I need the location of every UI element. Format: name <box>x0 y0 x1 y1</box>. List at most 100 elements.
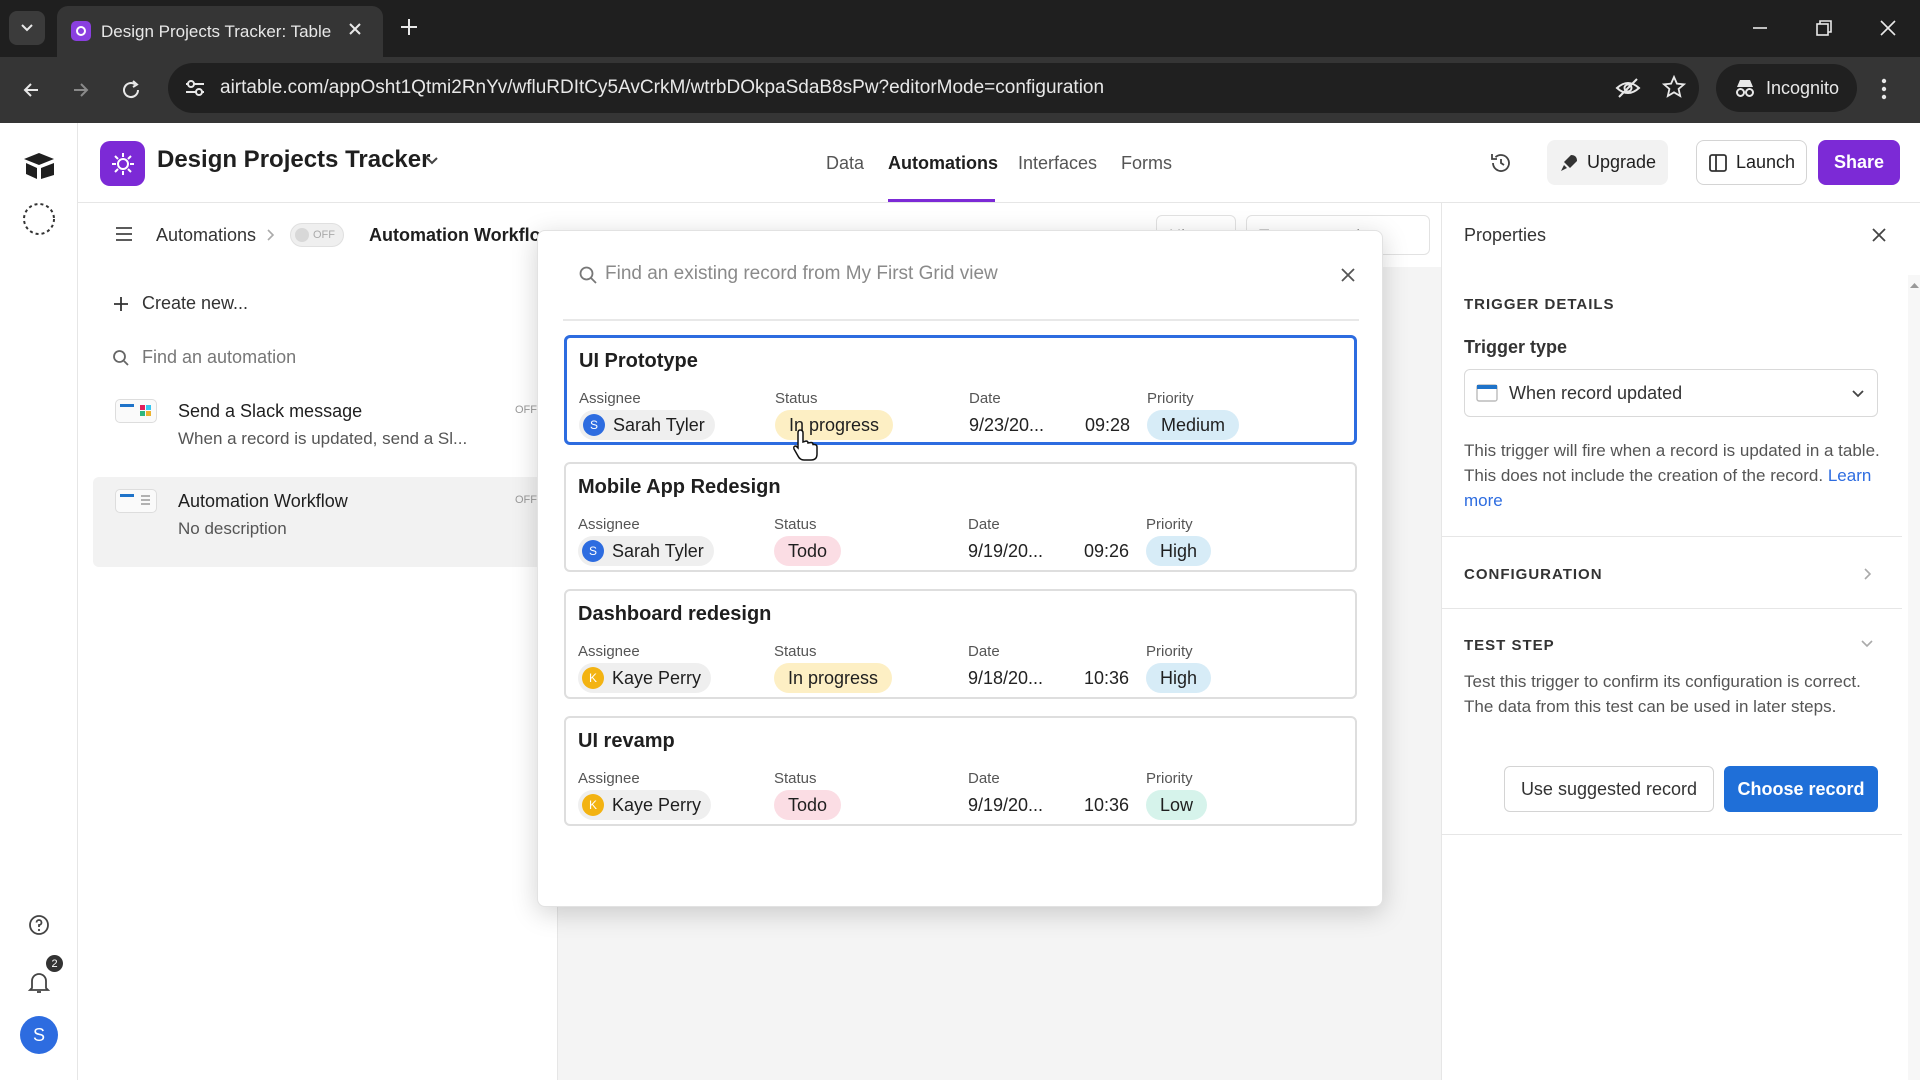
automation-on-off-toggle[interactable]: OFF <box>290 223 344 247</box>
assignee-avatar: K <box>582 667 604 689</box>
base-title[interactable]: Design Projects Tracker <box>157 146 430 174</box>
record-card-dashboard-redesign[interactable]: Dashboard redesign Assignee Status Date … <box>564 589 1357 699</box>
eye-off-icon[interactable] <box>1615 76 1641 100</box>
bookmark-star-icon[interactable] <box>1662 75 1686 99</box>
trigger-description-text: This trigger will fire when a record is … <box>1464 441 1880 485</box>
user-avatar[interactable]: S <box>20 1016 58 1054</box>
tab-title: Design Projects Tracker: Table 1 <box>101 22 331 41</box>
browser-tab[interactable]: Design Projects Tracker: Table 1 <box>57 6 383 57</box>
record-updated-icon <box>1476 384 1498 402</box>
record-title: UI Prototype <box>579 350 698 372</box>
help-icon[interactable] <box>27 913 51 937</box>
nav-tab-forms[interactable]: Forms <box>1121 153 1172 174</box>
notification-count-badge: 2 <box>46 955 63 972</box>
choose-record-button[interactable]: Choose record <box>1724 766 1878 812</box>
base-icon[interactable] <box>100 141 145 186</box>
record-search-input[interactable] <box>605 257 1285 291</box>
address-bar[interactable]: airtable.com/appOsht1Qtmi2RnYv/wfluRDItC… <box>168 63 1699 113</box>
automation-item-description: No description <box>178 519 287 538</box>
nav-tab-data[interactable]: Data <box>826 153 864 174</box>
incognito-icon <box>1735 80 1754 97</box>
rocket-icon <box>1560 154 1577 171</box>
upgrade-button[interactable]: Upgrade <box>1547 140 1668 185</box>
find-automation-field[interactable]: Find an automation <box>112 347 512 368</box>
app-header: Design Projects Tracker Data Automations… <box>78 123 1920 203</box>
workspace-loading-icon[interactable] <box>21 201 57 237</box>
history-icon[interactable] <box>1489 151 1513 175</box>
nav-tab-automations[interactable]: Automations <box>888 153 998 174</box>
assignee-label: Assignee <box>578 770 640 787</box>
close-modal-icon[interactable] <box>1339 266 1357 284</box>
slack-trigger-icon <box>115 399 157 423</box>
browser-menu-icon[interactable] <box>1880 77 1888 101</box>
automation-item-name: Automation Workflow <box>178 491 348 511</box>
test-step-heading[interactable]: TEST STEP <box>1464 637 1555 654</box>
record-date: 9/18/20... <box>968 668 1044 688</box>
status-label: Status <box>774 643 817 660</box>
plus-icon <box>114 296 128 311</box>
incognito-label: Incognito <box>1765 77 1840 98</box>
airtable-home-logo-icon[interactable] <box>22 151 56 181</box>
launch-button[interactable]: Launch <box>1696 140 1807 185</box>
assignee-chip: S Sarah Tyler <box>578 536 714 566</box>
restore-icon[interactable] <box>1812 16 1836 40</box>
assignee-chip: S Sarah Tyler <box>579 410 715 440</box>
assignee-chip: K Kaye Perry <box>578 790 712 820</box>
assignee-label: Assignee <box>579 390 641 407</box>
close-tab-icon[interactable] <box>346 20 364 38</box>
upgrade-label: Upgrade <box>1586 152 1657 172</box>
reload-icon[interactable] <box>120 79 142 101</box>
chevron-down-icon[interactable] <box>1860 639 1874 649</box>
minimize-icon[interactable] <box>1748 16 1772 40</box>
automation-item-workflow[interactable]: Automation Workflow No description OFF <box>93 477 543 567</box>
properties-scrollbar[interactable] <box>1908 275 1920 1080</box>
site-settings-icon[interactable] <box>184 78 206 98</box>
test-description: Test this trigger to confirm its configu… <box>1464 672 1861 716</box>
record-time: 10:36 <box>1084 668 1130 688</box>
close-properties-icon[interactable] <box>1870 226 1888 244</box>
priority-label: Priority <box>1146 643 1193 660</box>
assignee-avatar: S <box>583 414 605 436</box>
base-menu-chevron-icon[interactable] <box>424 155 440 167</box>
create-new-button[interactable]: Create new... <box>112 293 248 314</box>
workflow-name[interactable]: Automation Workflo <box>369 225 541 246</box>
chevron-down-icon <box>21 24 33 32</box>
share-button[interactable]: Share <box>1818 140 1900 185</box>
breadcrumb-chevron-icon <box>265 228 275 242</box>
record-card-ui-revamp[interactable]: UI revamp Assignee Status Date Priority … <box>564 716 1357 826</box>
browser-tab-bar: Design Projects Tracker: Table 1 <box>0 0 1920 57</box>
notifications-bell-icon[interactable] <box>27 970 51 996</box>
workflow-trigger-icon <box>115 489 157 513</box>
use-suggested-record-button[interactable]: Use suggested record <box>1504 766 1714 812</box>
search-icon <box>579 266 597 284</box>
record-card-mobile-app-redesign[interactable]: Mobile App Redesign Assignee Status Date… <box>564 462 1357 572</box>
automation-item-slack[interactable]: Send a Slack message When a record is up… <box>93 387 543 477</box>
status-badge: In progress <box>774 663 893 693</box>
close-window-icon[interactable] <box>1876 16 1900 40</box>
record-search-row <box>538 231 1384 319</box>
new-tab-icon[interactable] <box>398 16 420 38</box>
priority-badge: High <box>1146 663 1212 693</box>
incognito-indicator[interactable]: Incognito <box>1716 64 1857 112</box>
sidebar-toggle-menu-icon[interactable] <box>114 225 134 243</box>
find-automation-placeholder: Find an automation <box>142 347 297 367</box>
breadcrumb-automations[interactable]: Automations <box>156 225 256 246</box>
tab-search-button[interactable] <box>9 11 45 45</box>
nav-tab-interfaces[interactable]: Interfaces <box>1018 153 1097 174</box>
assignee-avatar: K <box>582 794 604 816</box>
assignee-name: Kaye Perry <box>612 794 702 815</box>
forward-icon[interactable] <box>70 79 92 101</box>
back-icon[interactable] <box>20 79 42 101</box>
configuration-heading[interactable]: CONFIGURATION <box>1464 566 1603 583</box>
priority-badge: Low <box>1146 790 1208 820</box>
date-label: Date <box>968 770 1000 787</box>
chevron-right-icon[interactable] <box>1862 567 1874 581</box>
record-card-ui-prototype[interactable]: UI Prototype Assignee Status Date Priori… <box>564 335 1357 445</box>
properties-title: Properties <box>1464 225 1547 245</box>
assignee-name: Kaye Perry <box>612 667 702 688</box>
record-date: 9/19/20... <box>968 541 1044 561</box>
trigger-type-select[interactable]: When record updated <box>1464 369 1878 417</box>
trigger-description: This trigger will fire when a record is … <box>1464 438 1884 513</box>
trigger-type-value: When record updated <box>1509 383 1683 403</box>
status-label: Status <box>774 516 817 533</box>
